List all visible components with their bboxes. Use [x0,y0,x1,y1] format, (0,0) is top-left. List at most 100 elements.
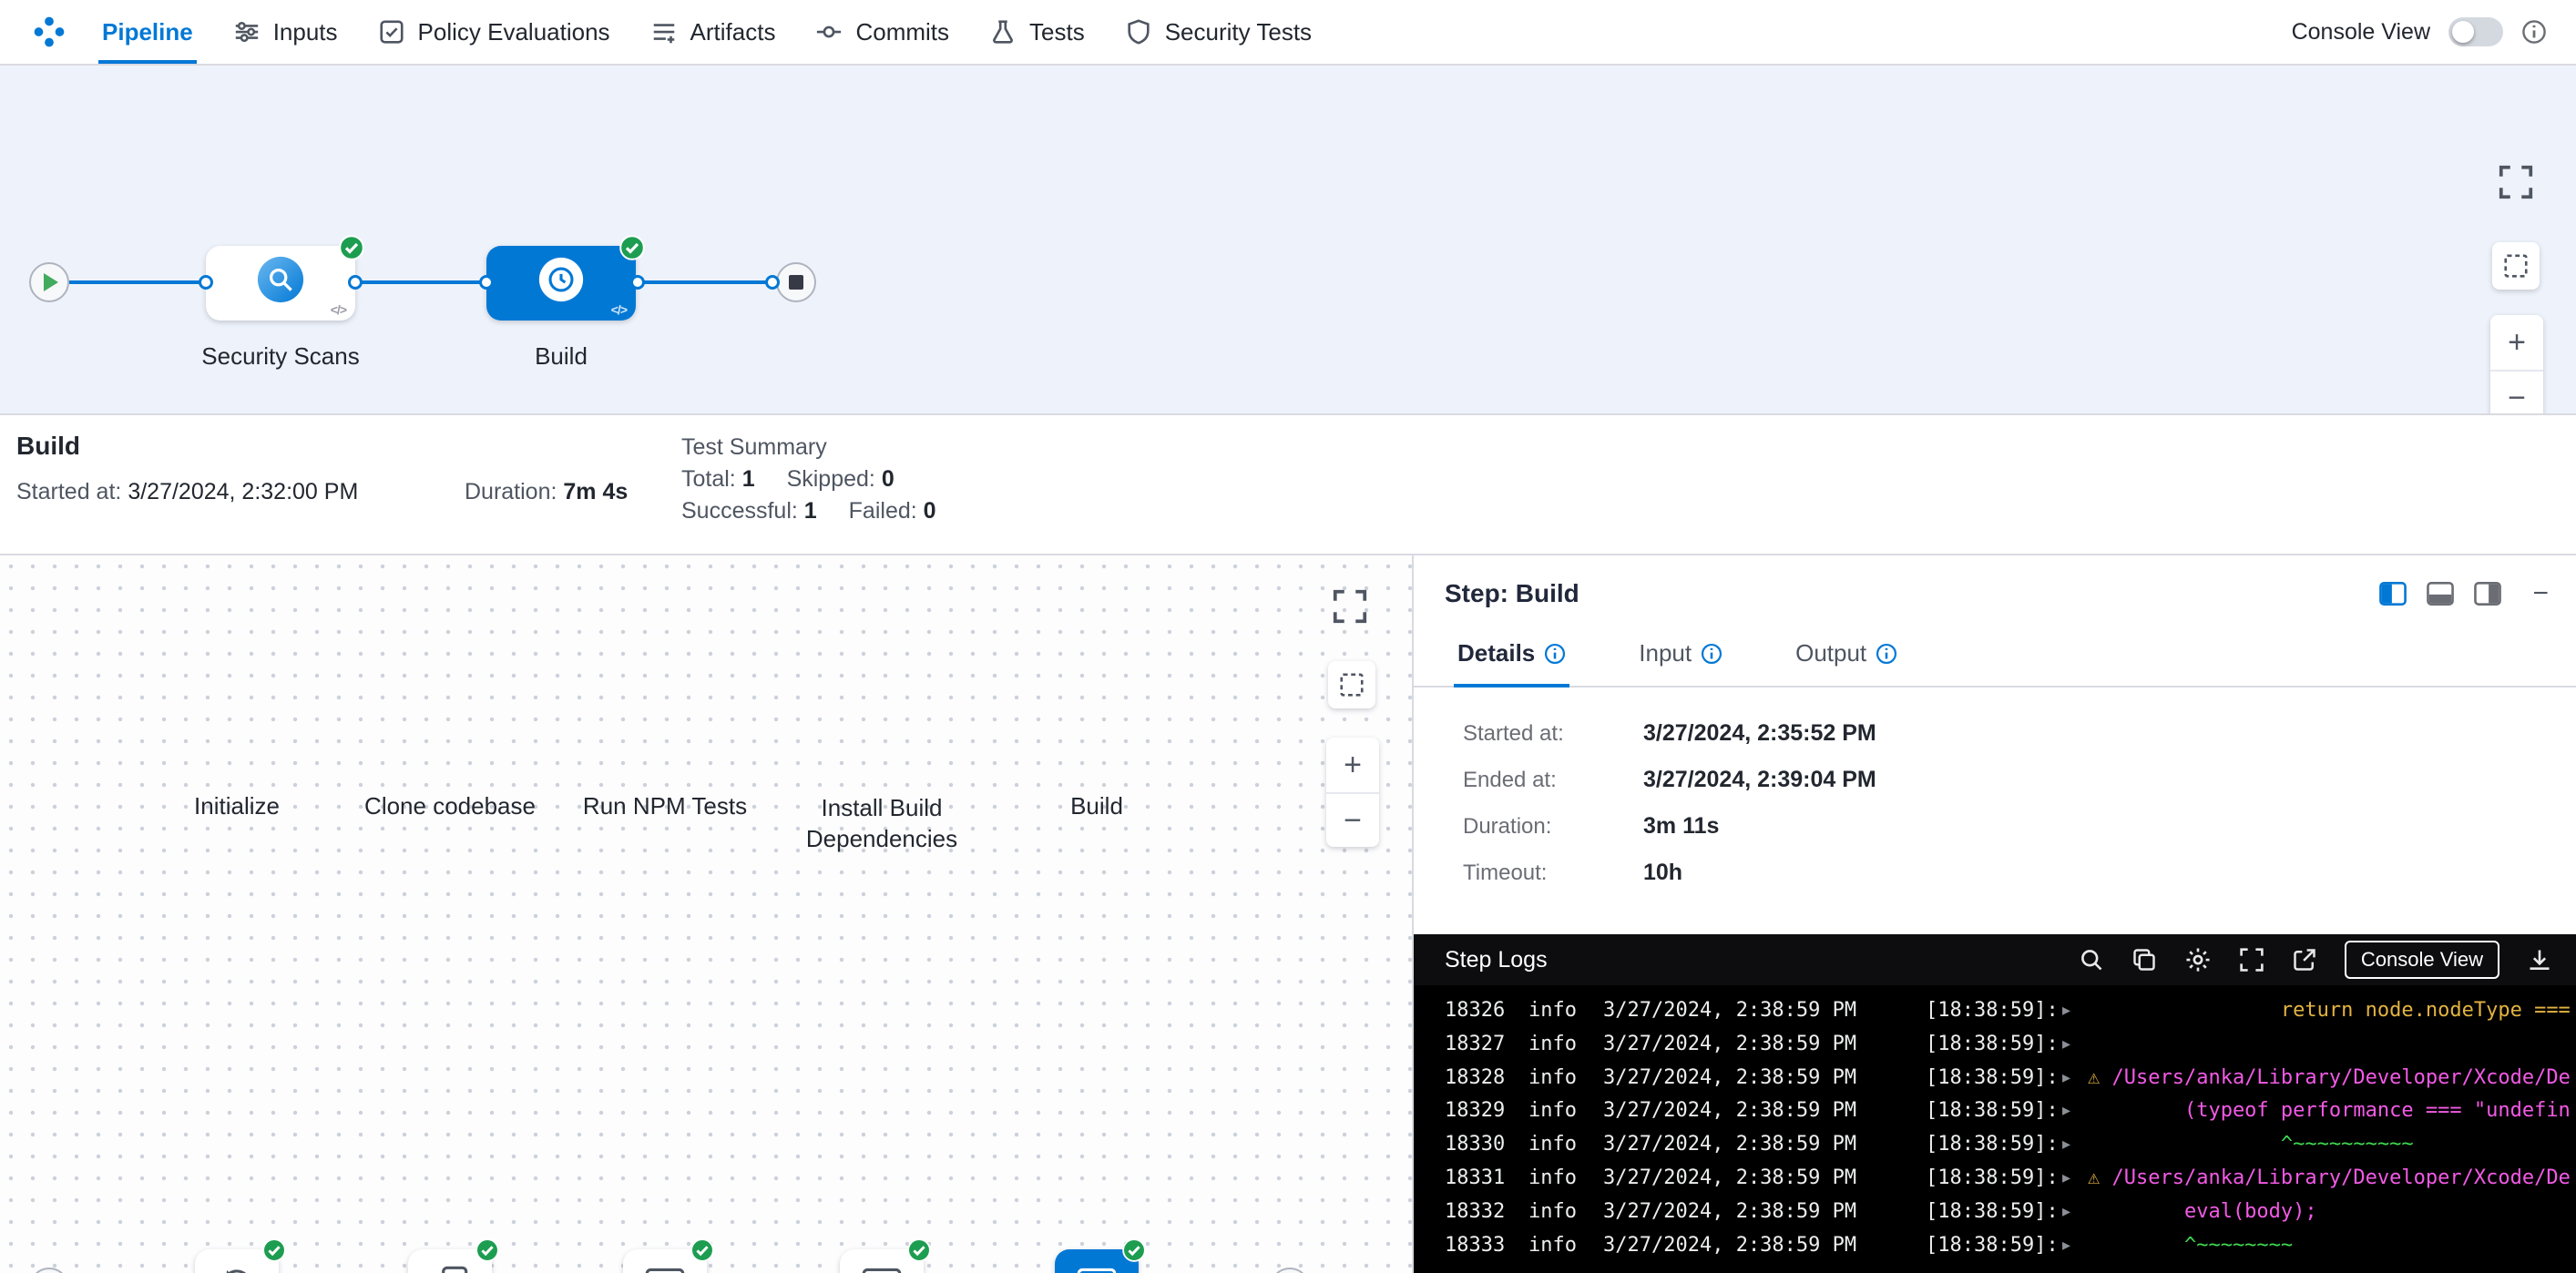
expand-arrow-icon[interactable]: ▸ [2062,994,2088,1028]
edge-port [348,275,363,290]
info-icon[interactable] [1544,643,1566,665]
step-node-run-npm-tests[interactable]: </> [623,1249,707,1273]
copy-icon[interactable] [2131,947,2157,973]
layout-bottom-pane-icon[interactable] [2427,582,2454,606]
commits-icon [815,18,843,46]
duration-label: Duration: [465,479,557,504]
log-date: 3/27/2024, 2:38:59 PM [1603,1162,1926,1196]
expand-arrow-icon[interactable]: ▸ [2062,1128,2088,1162]
tab-input[interactable]: Input [1635,623,1726,686]
tab-label: Policy Evaluations [418,18,610,46]
tab-commits[interactable]: Commits [795,0,969,64]
log-level: info [1528,1128,1603,1162]
settings-gear-icon[interactable] [2184,946,2212,973]
tab-artifacts[interactable]: Artifacts [630,0,796,64]
step-label-initialize: Initialize [194,792,280,820]
tab-label: Output [1795,639,1866,667]
zoom-in-button[interactable]: + [2490,315,2543,370]
log-date: 3/27/2024, 2:38:59 PM [1603,1196,1926,1229]
security-tests-icon [1125,18,1152,46]
info-icon[interactable] [2521,19,2547,45]
execution-end-node[interactable] [1270,1268,1310,1273]
success-check-icon [262,1238,288,1264]
tab-output[interactable]: Output [1792,623,1901,686]
layout-left-pane-icon[interactable] [2379,582,2407,606]
zoom-out-button[interactable]: − [1326,792,1379,847]
fullscreen-button[interactable] [1332,588,1368,625]
log-time: [18:38:59]: [1926,1196,2062,1229]
tab-security-tests[interactable]: Security Tests [1105,0,1332,64]
stage-started-at: Started at: 3/27/2024, 2:32:00 PM [16,479,358,505]
step-logs-body[interactable]: 18326info3/27/2024, 2:38:59 PM[18:38:59]… [1414,985,2576,1273]
log-date: 3/27/2024, 2:38:59 PM [1603,1095,1926,1128]
skipped-value: 0 [882,466,894,492]
failed-label: Failed: [849,498,917,524]
tab-policy-evaluations[interactable]: Policy Evaluations [358,0,630,64]
total-label: Total: [681,466,736,492]
log-line: 18327info3/27/2024, 2:38:59 PM[18:38:59]… [1445,1028,2576,1062]
selection-tool-button[interactable] [2492,242,2540,290]
console-view-button[interactable]: Console View [2345,941,2499,979]
tab-inputs[interactable]: Inputs [213,0,358,64]
step-label-install-build-dependencies: Install Build Dependencies [794,792,969,854]
tab-tests[interactable]: Tests [969,0,1105,64]
artifacts-icon [650,18,678,46]
log-line-number: 18332 [1445,1196,1528,1229]
tab-pipeline[interactable]: Pipeline [82,0,213,64]
tab-label: Input [1639,639,1692,667]
execution-start-node[interactable] [29,1268,69,1273]
step-panel-tabs: Details Input Output [1414,623,2576,687]
expand-arrow-icon[interactable]: ▸ [2062,1196,2088,1229]
tab-label: Details [1457,639,1535,667]
step-node-clone-codebase[interactable]: </> [408,1249,492,1273]
log-line-number: 18327 [1445,1028,1528,1062]
duration-value: 7m 4s [563,479,628,504]
tab-details[interactable]: Details [1454,623,1569,686]
step-node-install-build-dependencies[interactable]: </> [840,1249,924,1273]
code-glyph-icon: </> [331,302,346,317]
execution-graph-canvas[interactable]: </> Initialize </> Clone codebase </> Ru… [0,555,1414,1273]
edge-port [199,275,213,290]
successful-value: 1 [804,498,817,524]
pipeline-end-node[interactable] [776,262,816,302]
zoom-controls: + − [1326,738,1379,847]
detail-label: Ended at: [1463,768,1643,793]
expand-arrow-icon[interactable]: ▸ [2062,1162,2088,1196]
log-level: info [1528,1028,1603,1062]
step-node-build[interactable]: </> [1055,1249,1139,1273]
zoom-in-button[interactable]: + [1326,738,1379,792]
info-icon[interactable] [1701,643,1722,665]
selection-tool-button[interactable] [1328,661,1375,708]
detail-row: Started at: 3/27/2024, 2:35:52 PM [1463,720,2576,747]
stage-summary-band: Build Started at: 3/27/2024, 2:32:00 PM … [0,413,2576,555]
started-value: 3/27/2024, 2:32:00 PM [128,479,358,504]
log-content: eval(body); [2088,1196,2317,1229]
fullscreen-icon[interactable] [2239,947,2264,973]
expand-arrow-icon[interactable]: ▸ [2062,1095,2088,1128]
log-time: [18:38:59]: [1926,1062,2062,1095]
tab-label: Tests [1029,18,1085,46]
log-line: 18331info3/27/2024, 2:38:59 PM[18:38:59]… [1445,1162,2576,1196]
log-level: info [1528,1229,1603,1263]
step-node-initialize[interactable]: </> [195,1249,279,1273]
open-external-icon[interactable] [2292,947,2317,973]
info-icon[interactable] [1876,643,1897,665]
pipeline-start-node[interactable] [29,262,69,302]
step-logs-title: Step Logs [1445,947,1548,973]
step-label-build: Build [1070,792,1123,820]
fullscreen-button[interactable] [2498,164,2534,200]
log-level: info [1528,1162,1603,1196]
download-icon[interactable] [2527,947,2552,973]
collapse-panel-button[interactable]: − [2532,580,2549,607]
stage-node-build[interactable]: </> [486,246,636,321]
stage-node-security-scans[interactable]: </> [206,246,355,321]
search-icon[interactable] [2079,947,2104,973]
expand-arrow-icon[interactable]: ▸ [2062,1062,2088,1095]
layout-right-pane-icon[interactable] [2474,582,2501,606]
console-view-toggle[interactable] [2448,17,2503,46]
sync-icon [214,1261,260,1273]
test-summary: Test Summary Total: 1 Skipped: 0 Success… [681,432,936,527]
expand-arrow-icon[interactable]: ▸ [2062,1028,2088,1062]
expand-arrow-icon[interactable]: ▸ [2062,1229,2088,1263]
stop-icon [789,275,803,290]
